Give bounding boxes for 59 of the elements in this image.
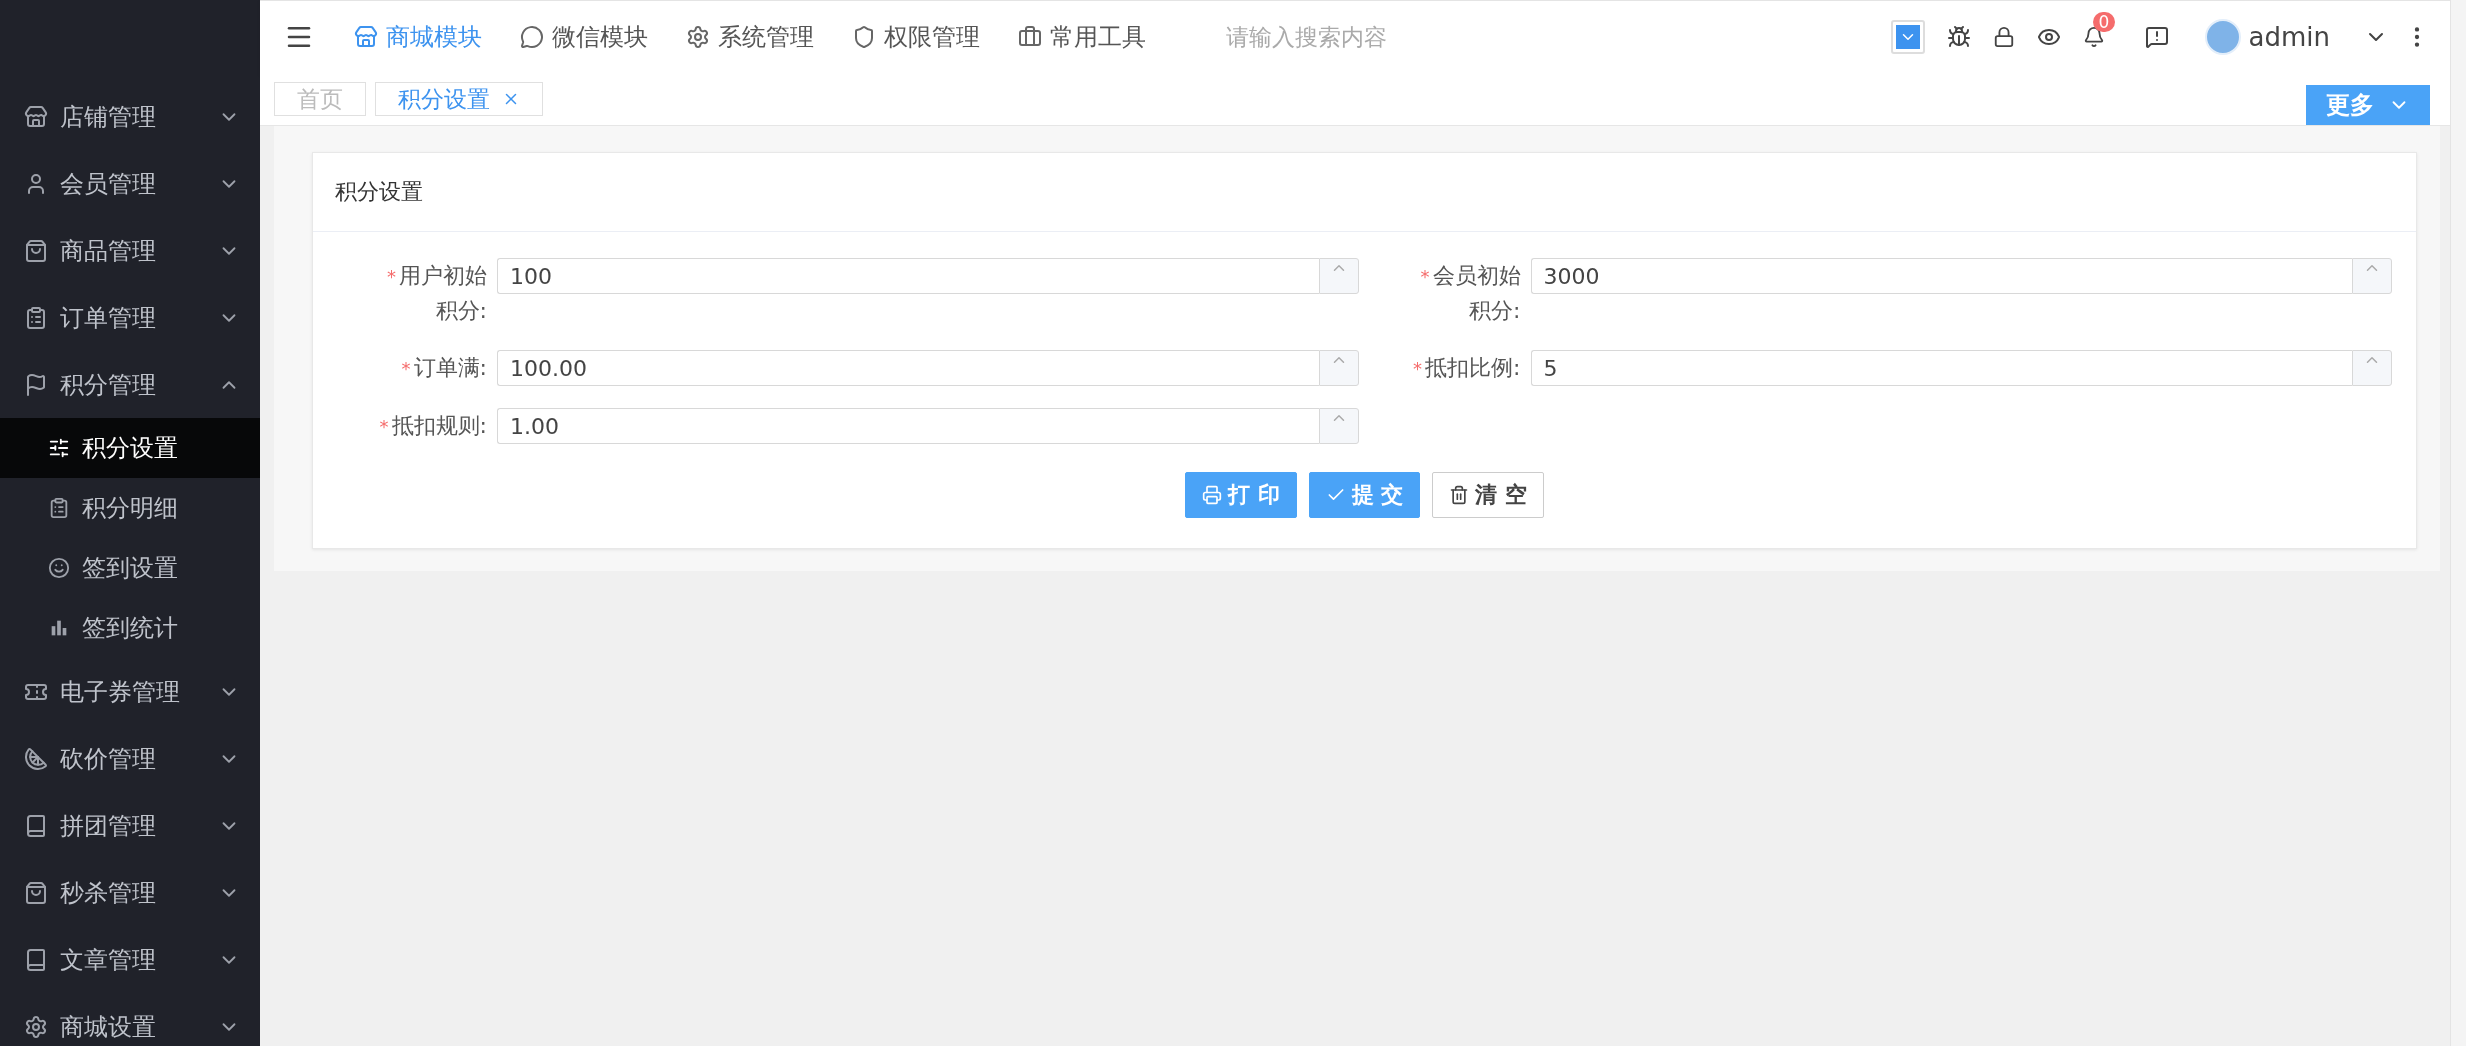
sidebar-item[interactable]: 砍价管理 xyxy=(0,725,260,792)
sidebar-subitem[interactable]: 积分明细 xyxy=(0,478,260,538)
user-name[interactable]: admin xyxy=(2248,22,2330,52)
sidebar-item[interactable]: 积分管理 xyxy=(0,351,260,418)
number-input[interactable]: 1.00 xyxy=(497,408,1319,444)
sidebar-item[interactable]: 电子券管理 xyxy=(0,658,260,725)
bell-icon[interactable] xyxy=(2082,26,2105,48)
store-icon xyxy=(354,25,378,49)
sidebar-item[interactable]: 店铺管理 xyxy=(0,83,260,150)
feedback-icon[interactable] xyxy=(2144,25,2169,49)
sidebar-item[interactable]: 会员管理 xyxy=(0,150,260,217)
number-input[interactable]: 100.00 xyxy=(497,350,1319,386)
lock-icon[interactable] xyxy=(1992,26,2015,48)
shield-icon xyxy=(852,25,876,49)
sidebar-subitem[interactable]: 积分设置 xyxy=(0,418,260,478)
module-tab[interactable]: 系统管理 xyxy=(686,21,814,53)
number-input[interactable]: 3000 xyxy=(1530,258,2352,294)
settings-icon xyxy=(686,25,710,49)
briefcase-icon xyxy=(1018,25,1042,49)
settings-icon xyxy=(24,1014,48,1039)
sidebar-item[interactable]: 订单管理 xyxy=(0,284,260,351)
printer-icon xyxy=(1202,485,1222,505)
book-icon xyxy=(24,813,48,838)
sidebar-item[interactable]: 商品管理 xyxy=(0,217,260,284)
sidebar-subitem[interactable]: 签到设置 xyxy=(0,538,260,598)
avatar[interactable] xyxy=(2204,19,2241,55)
shopping-bag-icon xyxy=(24,238,48,263)
clipboard-icon xyxy=(48,497,70,519)
scrollbar[interactable] xyxy=(2450,0,2466,1046)
chat-icon xyxy=(520,25,544,49)
bug-icon[interactable] xyxy=(1946,25,1971,49)
card-title: 积分设置 xyxy=(313,153,2416,232)
sidebar-item[interactable]: 文章管理 xyxy=(0,926,260,993)
clear-button[interactable]: 清 空 xyxy=(1432,472,1544,518)
sidebar-item[interactable]: 秒杀管理 xyxy=(0,859,260,926)
field-label: *抵扣规则: xyxy=(379,412,487,440)
field-label: *订单满: xyxy=(401,354,487,382)
smile-icon xyxy=(48,557,70,579)
field-label: *会员初始积分: xyxy=(1419,262,1521,325)
notification-badge: 0 xyxy=(2092,12,2116,32)
book-icon xyxy=(24,947,48,972)
module-tab[interactable]: 权限管理 xyxy=(852,21,980,53)
trash-icon xyxy=(1449,485,1470,505)
module-tab[interactable]: 微信模块 xyxy=(520,21,648,53)
sliders-icon xyxy=(48,437,70,459)
field-label: *用户初始积分: xyxy=(386,262,487,325)
clipboard-icon xyxy=(24,305,48,330)
number-input[interactable]: 100 xyxy=(497,258,1319,294)
sidebar-subitem[interactable]: 签到统计 xyxy=(0,598,260,658)
field-label: *抵扣比例: xyxy=(1413,354,1521,382)
store-icon xyxy=(24,104,48,129)
citrus-icon xyxy=(24,746,48,771)
sidebar-item[interactable]: 商城设置 xyxy=(0,993,260,1046)
number-input[interactable]: 5 xyxy=(1530,350,2352,386)
module-tab[interactable]: 常用工具 xyxy=(1018,21,1146,53)
sidebar-item[interactable]: 拼团管理 xyxy=(0,792,260,859)
dropdown-toggle-icon[interactable] xyxy=(1890,20,1925,54)
flag-icon xyxy=(24,372,48,397)
shopping-bag-icon xyxy=(24,880,48,905)
